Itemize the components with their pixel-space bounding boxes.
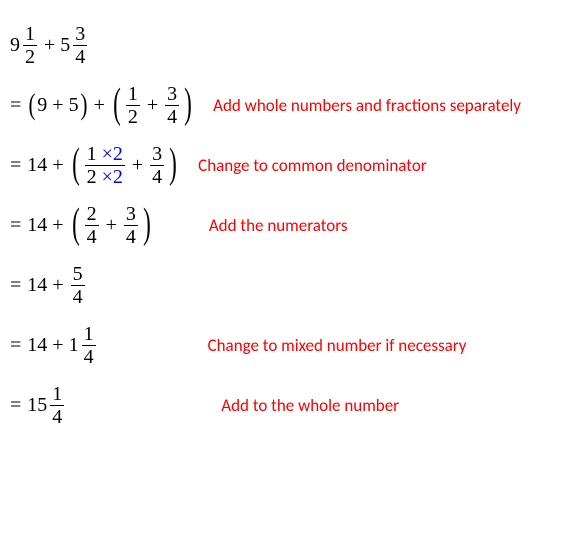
plus: +	[52, 214, 63, 237]
mult-num: ×2	[102, 143, 123, 165]
step-2-explain: Change to common denominator	[198, 155, 427, 176]
den: 4	[85, 225, 99, 247]
num-val: 1	[87, 143, 97, 165]
whole-1: 9	[10, 34, 20, 57]
step-6-math: = 15 1 4	[10, 380, 66, 430]
frac-2: 3 4	[150, 144, 164, 187]
lparen: (	[29, 93, 36, 117]
frac-1: 1 2	[126, 84, 140, 127]
rparen: )	[169, 148, 177, 182]
num: 1	[23, 24, 37, 45]
den: 4	[150, 165, 164, 187]
lparen: (	[72, 148, 80, 182]
problem-line: 9 1 2 + 5 3 4	[10, 20, 578, 70]
den: 2	[126, 105, 140, 127]
mixed-whole: 15	[27, 394, 47, 417]
plus: +	[52, 94, 63, 117]
mixed: 1 1 4	[69, 324, 98, 367]
num: 1 ×2	[85, 144, 125, 165]
problem-math: 9 1 2 + 5 3 4	[10, 20, 89, 70]
num: 3	[124, 204, 138, 225]
plus: +	[44, 34, 55, 57]
frac-1: 1 ×2 2 ×2	[85, 144, 125, 187]
frac-2: 3 4	[165, 84, 179, 127]
lparen: (	[72, 208, 80, 242]
equals: =	[10, 214, 21, 237]
num: 3	[73, 24, 87, 45]
whole: 14	[27, 334, 47, 357]
num: 3	[150, 144, 164, 165]
step-3: = 14 + ( 2 4 + 3 4 ) Add the numerators	[10, 200, 578, 250]
equals: =	[10, 334, 21, 357]
step-6: = 15 1 4 Add to the whole number	[10, 380, 578, 430]
step-5: = 14 + 1 1 4 Change to mixed number if n…	[10, 320, 578, 370]
equals: =	[10, 274, 21, 297]
plus: +	[147, 94, 158, 117]
den-val: 2	[87, 166, 97, 188]
whole-2: 5	[69, 94, 79, 117]
den: 4	[124, 225, 138, 247]
den: 2 ×2	[85, 165, 125, 187]
step-2: = 14 + ( 1 ×2 2 ×2 + 3 4 ) Change to com…	[10, 140, 578, 190]
whole: 14	[27, 214, 47, 237]
num: 1	[50, 384, 64, 405]
frac-1: 2 4	[85, 204, 99, 247]
equals: =	[10, 94, 21, 117]
whole-1: 9	[37, 94, 47, 117]
step-5-math: = 14 + 1 1 4	[10, 320, 98, 370]
plus: +	[52, 274, 63, 297]
den: 4	[71, 285, 85, 307]
mixed-2: 5 3 4	[60, 24, 89, 67]
plus: +	[94, 94, 105, 117]
frac-2: 3 4	[73, 24, 87, 67]
num: 1	[126, 84, 140, 105]
den: 2	[23, 45, 37, 67]
frac-1: 1 2	[23, 24, 37, 67]
equals: =	[10, 154, 21, 177]
num: 3	[165, 84, 179, 105]
frac: 1 4	[50, 384, 64, 427]
whole-2: 5	[60, 34, 70, 57]
plus: +	[106, 214, 117, 237]
plus: +	[132, 154, 143, 177]
equals: =	[10, 394, 21, 417]
frac-2: 3 4	[124, 204, 138, 247]
frac: 5 4	[71, 264, 85, 307]
whole: 14	[27, 274, 47, 297]
step-3-explain: Add the numerators	[209, 215, 348, 236]
plus: +	[52, 154, 63, 177]
step-1-math: = ( 9 + 5 ) + ( 1 2 + 3 4 )	[10, 80, 195, 130]
mixed-whole: 1	[69, 334, 79, 357]
den: 4	[165, 105, 179, 127]
rparen: )	[184, 88, 192, 122]
num: 5	[71, 264, 85, 285]
whole: 14	[27, 154, 47, 177]
step-4-math: = 14 + 5 4	[10, 260, 87, 310]
frac: 1 4	[82, 324, 96, 367]
mult-den: ×2	[102, 166, 123, 188]
num: 1	[82, 324, 96, 345]
step-2-math: = 14 + ( 1 ×2 2 ×2 + 3 4 )	[10, 140, 180, 190]
rparen: )	[80, 93, 87, 117]
plus: +	[52, 334, 63, 357]
den: 4	[50, 405, 64, 427]
lparen: (	[113, 88, 121, 122]
step-6-explain: Add to the whole number	[221, 395, 399, 416]
step-5-explain: Change to mixed number if necessary	[208, 335, 467, 356]
mixed-1: 9 1 2	[10, 24, 39, 67]
den: 4	[73, 45, 87, 67]
num: 2	[85, 204, 99, 225]
step-1: = ( 9 + 5 ) + ( 1 2 + 3 4 ) Add whole nu…	[10, 80, 578, 130]
rparen: )	[143, 208, 151, 242]
step-4: = 14 + 5 4	[10, 260, 578, 310]
result-mixed: 15 1 4	[27, 384, 66, 427]
den: 4	[82, 345, 96, 367]
step-1-explain: Add whole numbers and fractions separate…	[213, 95, 521, 116]
step-3-math: = 14 + ( 2 4 + 3 4 )	[10, 200, 154, 250]
